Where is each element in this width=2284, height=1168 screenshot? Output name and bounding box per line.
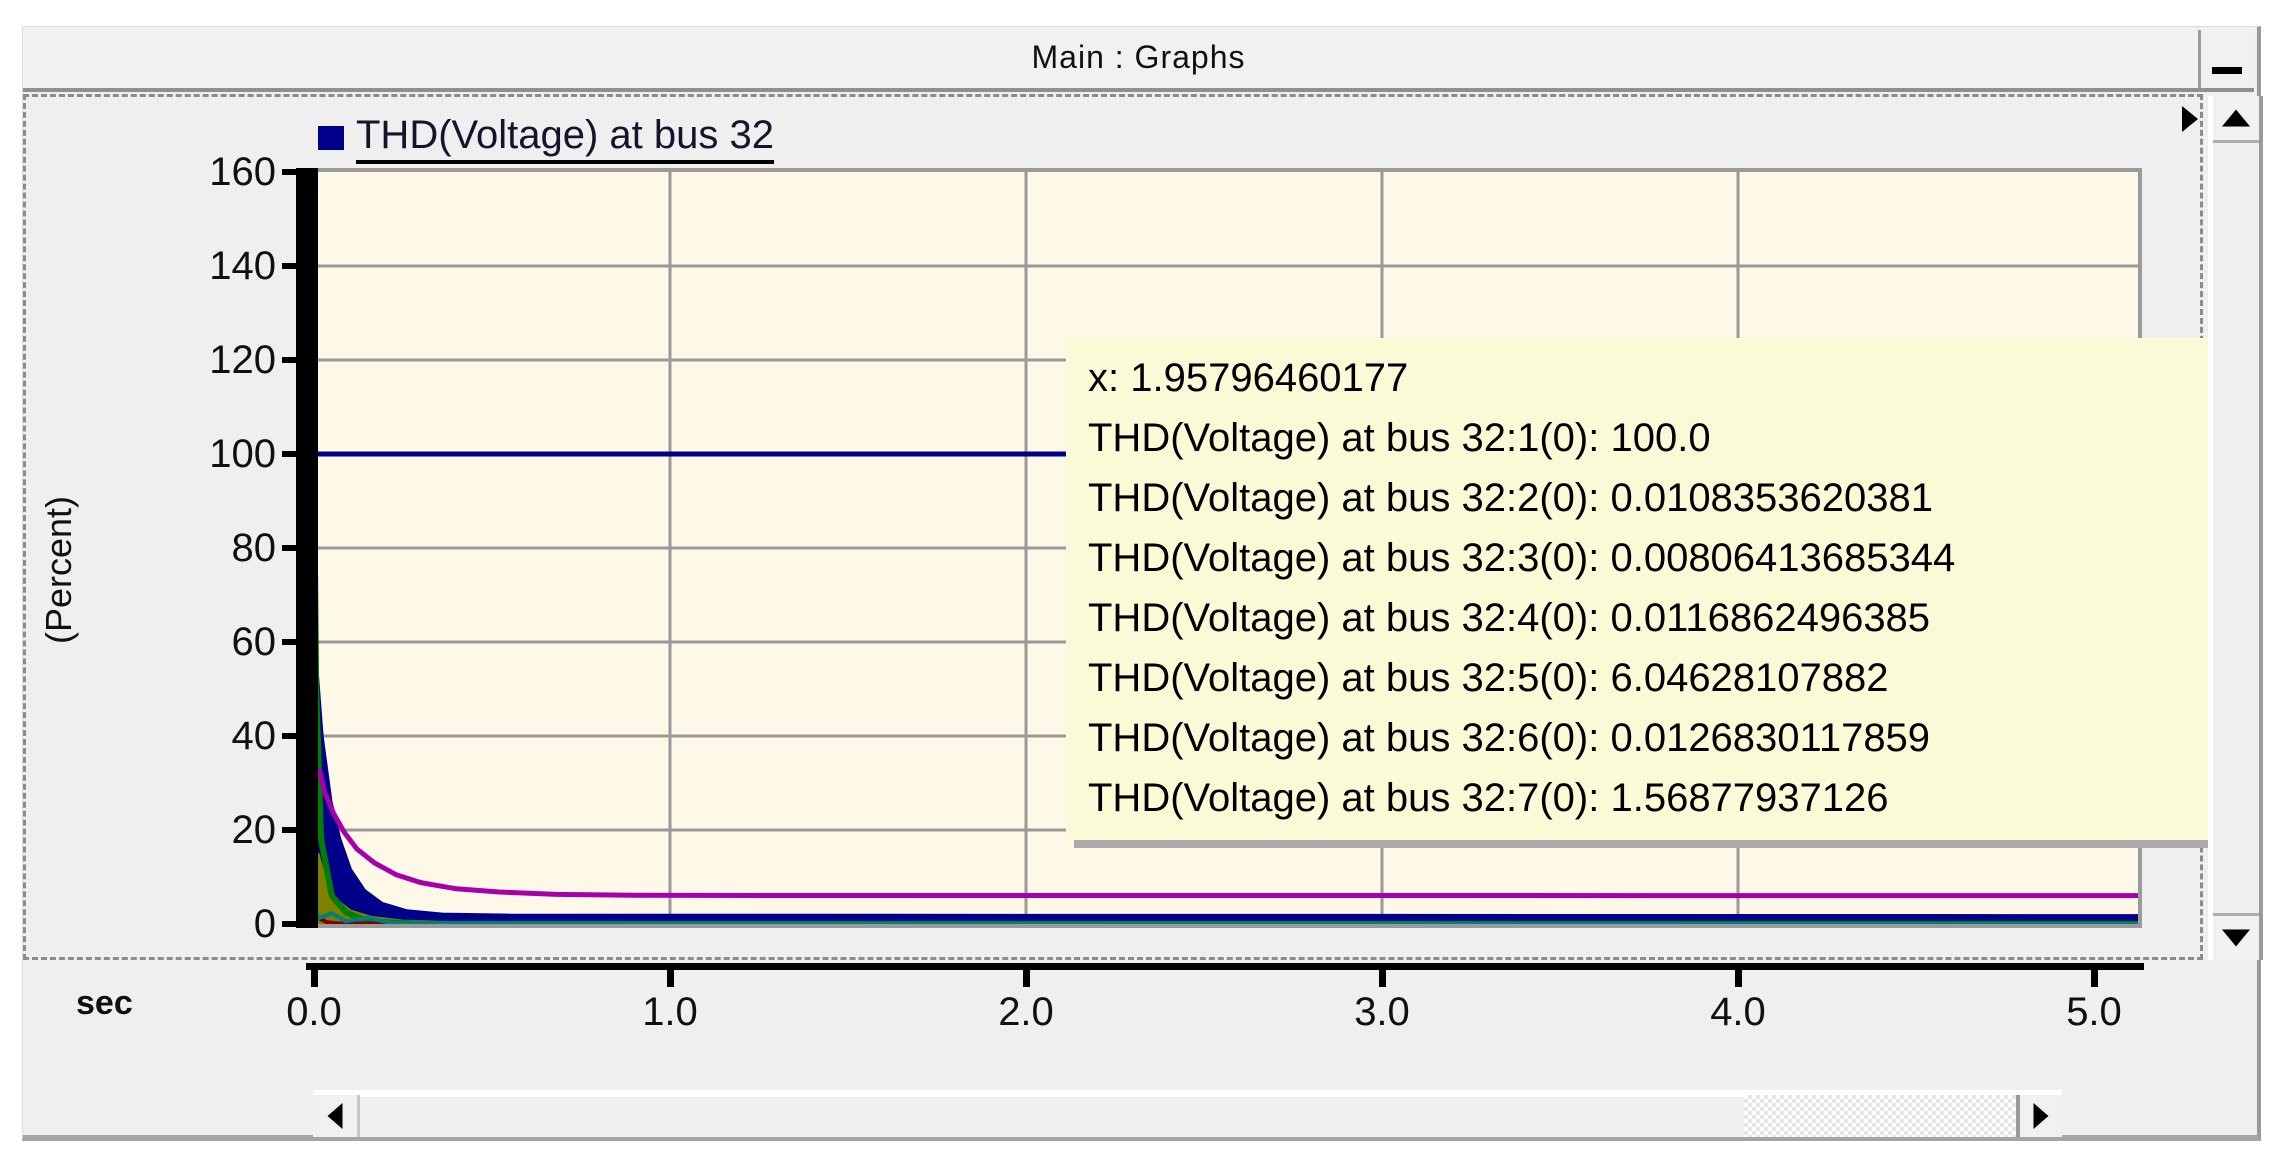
y-tick-mark [282,827,298,833]
x-axis-line [306,963,2144,970]
tooltip-line: THD(Voltage) at bus 32:3(0): 0.008064136… [1088,528,2204,588]
y-tick-mark [282,357,298,363]
x-tick-label: 2.0 [966,990,1086,1035]
y-tick-mark [282,639,298,645]
tooltip-line: THD(Voltage) at bus 32:1(0): 100.0 [1088,408,2204,468]
y-tick-mark [282,263,298,269]
x-tick-label: 5.0 [2034,990,2154,1035]
tooltip-line: THD(Voltage) at bus 32:4(0): 0.011686249… [1088,588,2204,648]
minimize-icon [2212,67,2242,74]
scroll-left-button[interactable] [313,1095,360,1137]
screen: Main : Graphs THD(Voltage) at bus 32 (Pe… [0,0,2284,1168]
tooltip-line: x: 1.95796460177 [1088,348,2204,408]
y-tick-label: 40 [140,715,276,757]
horizontal-scrollbar-thumb[interactable] [360,1095,1744,1137]
legend-swatch-icon [318,126,344,150]
pane-expand-icon[interactable] [2182,106,2198,132]
scroll-down-button[interactable] [2213,913,2259,960]
x-tick-mark [1023,970,1030,987]
y-tick-mark [282,451,298,457]
window-title: Main : Graphs [23,27,2254,88]
x-tick-mark [311,970,318,987]
minimize-button[interactable] [2198,30,2255,88]
x-tick-mark [2091,970,2098,987]
triangle-down-icon [2222,930,2250,947]
x-tick-mark [667,970,674,987]
x-axis-unit-label: sec [76,984,176,1023]
tooltip-line: THD(Voltage) at bus 32:7(0): 1.568779371… [1088,768,2204,828]
y-tick-label: 60 [140,621,276,663]
y-tick-label: 100 [140,433,276,475]
vertical-scrollbar[interactable] [2208,96,2263,960]
y-tick-label: 0 [140,903,276,945]
x-tick-mark [1735,970,1742,987]
y-tick-mark [282,545,298,551]
tooltip-line: THD(Voltage) at bus 32:2(0): 0.010835362… [1088,468,2204,528]
y-tick-label: 80 [140,527,276,569]
x-tick-label: 1.0 [610,990,730,1035]
y-axis-unit-label: (Percent) [38,410,82,730]
triangle-left-icon [328,1103,343,1129]
scroll-right-button[interactable] [2020,1095,2062,1137]
horizontal-scrollbar[interactable] [313,1090,2062,1137]
tooltip-line: THD(Voltage) at bus 32:6(0): 0.012683011… [1088,708,2204,768]
legend-curve-label[interactable]: THD(Voltage) at bus 32 [356,112,774,164]
x-tick-label: 4.0 [1678,990,1798,1035]
series-fill [318,854,2138,925]
y-tick-mark [282,921,298,927]
triangle-up-icon [2222,110,2250,127]
y-tick-mark [282,733,298,739]
horizontal-scrollbar-track[interactable] [1744,1095,2016,1137]
tooltip-line: THD(Voltage) at bus 32:5(0): 6.046281078… [1088,648,2204,708]
y-tick-label: 140 [140,245,276,287]
scroll-up-button[interactable] [2213,96,2259,143]
y-axis-line [296,168,318,928]
triangle-right-icon [2034,1103,2049,1129]
x-tick-label: 0.0 [254,990,374,1035]
window-titlebar[interactable]: Main : Graphs [23,27,2254,92]
y-tick-label: 20 [140,809,276,851]
y-tick-mark [282,169,298,175]
x-tick-label: 3.0 [1322,990,1442,1035]
y-tick-label: 160 [140,151,276,193]
y-tick-label: 120 [140,339,276,381]
cursor-value-tooltip: x: 1.95796460177THD(Voltage) at bus 32:1… [1066,338,2226,840]
x-tick-mark [1379,970,1386,987]
